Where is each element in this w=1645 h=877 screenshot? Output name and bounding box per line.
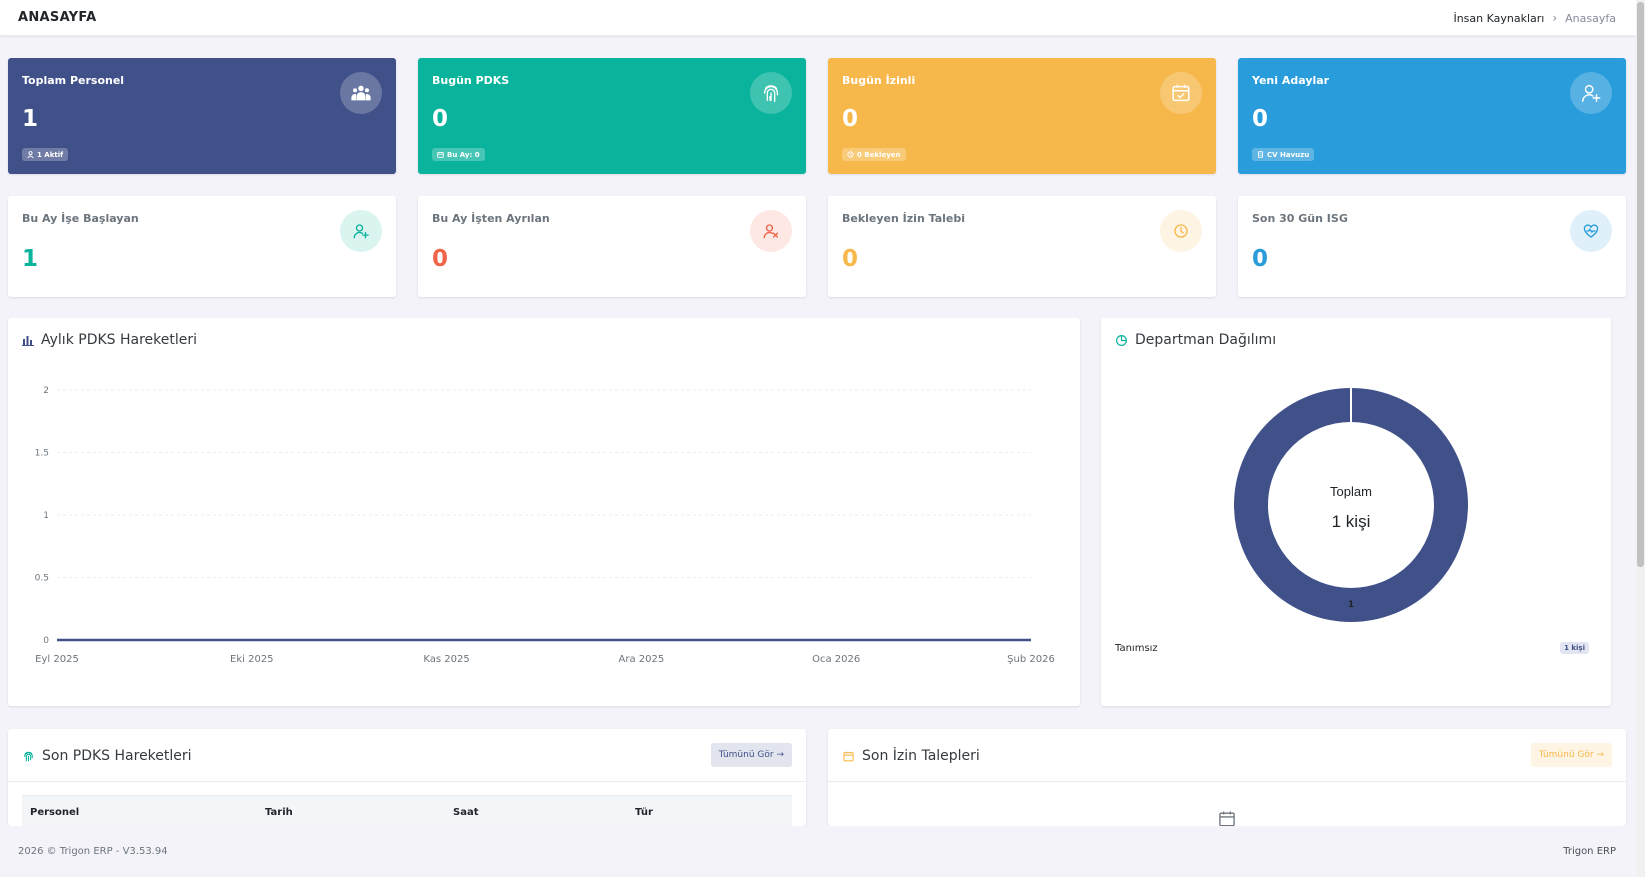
stat-badge: 0 Bekleyen <box>842 148 906 161</box>
department-chart-card: Departman Dağılımı 1 Toplam 1 kişi Tanım… <box>1101 318 1611 706</box>
document-small-icon <box>1257 151 1264 158</box>
column-header-time[interactable]: Saat <box>445 796 627 826</box>
donut-center-value: 1 kişi <box>1331 512 1371 531</box>
breadcrumb-current: Anasayfa <box>1565 11 1616 25</box>
user-icon <box>27 151 34 158</box>
stat-badge: Bu Ay: 0 <box>432 148 485 161</box>
clock-small-icon <box>847 151 854 158</box>
pdks-table-header: Personel Tarih Saat Tür <box>22 795 792 826</box>
stat-title: Bugün PDKS <box>432 74 510 87</box>
recent-pdks-card: Son PDKS Hareketleri Tümünü Gör → Person… <box>8 729 806 826</box>
page-title: ANASAYFA <box>18 10 97 25</box>
footer: 2026 © Trigon ERP - V3.53.94 Trigon ERP <box>0 826 1636 877</box>
footer-brand[interactable]: Trigon ERP <box>1563 846 1616 857</box>
donut-center-label: Toplam <box>1330 484 1372 499</box>
top-bar: ANASAYFA İnsan Kaynakları › Anasayfa <box>0 0 1636 36</box>
x-tick-label: Şub 2026 <box>1007 654 1055 665</box>
stat-title: Yeni Adaylar <box>1252 74 1330 87</box>
stat-title: Bugün İzinli <box>842 74 916 87</box>
mini-value: 0 <box>842 246 859 272</box>
mini-title: Son 30 Gün ISG <box>1252 212 1348 225</box>
mini-value: 1 <box>22 246 39 272</box>
calendar-small-icon <box>437 151 444 158</box>
scrollbar-thumb[interactable] <box>1637 2 1644 567</box>
x-tick-label: Oca 2026 <box>812 654 860 665</box>
mini-card-isg-30-days[interactable]: Son 30 Gün ISG 0 <box>1238 196 1626 297</box>
x-tick-label: Eyl 2025 <box>35 654 79 665</box>
stat-card-today-pdks[interactable]: Bugün PDKS 0 Bu Ay: 0 <box>418 58 806 174</box>
y-tick-label: 1.5 <box>35 449 49 459</box>
page-scrollbar[interactable] <box>1636 0 1645 877</box>
slice-data-label: 1 <box>1348 600 1354 610</box>
mini-value: 0 <box>1252 246 1269 272</box>
calendar-check-icon <box>1160 72 1202 114</box>
x-tick-label: Eki 2025 <box>230 654 274 665</box>
stat-badge: 1 Aktif <box>22 148 69 161</box>
stat-badge: CV Havuzu <box>1252 148 1315 161</box>
mini-title: Bekleyen İzin Talebi <box>842 212 965 225</box>
fingerprint-icon <box>750 72 792 114</box>
view-all-leaves-button[interactable]: Tümünü Gör → <box>1530 743 1612 767</box>
breadcrumb: İnsan Kaynakları › Anasayfa <box>1453 11 1616 25</box>
breadcrumb-separator: › <box>1552 11 1558 25</box>
x-tick-label: Ara 2025 <box>619 654 665 665</box>
users-icon <box>340 72 382 114</box>
stat-value: 0 <box>1252 106 1269 132</box>
mini-title: Bu Ay İşten Ayrılan <box>432 212 550 225</box>
breadcrumb-parent-link[interactable]: İnsan Kaynakları <box>1453 12 1544 25</box>
calendar-icon <box>843 751 854 761</box>
user-add-icon <box>340 210 382 252</box>
user-remove-icon <box>750 210 792 252</box>
heart-pulse-icon <box>1570 210 1612 252</box>
stat-value: 0 <box>842 106 859 132</box>
y-tick-label: 0 <box>43 636 49 646</box>
y-tick-label: 0.5 <box>35 574 49 584</box>
pdks-line-chart: 0 0.5 1 1.5 2 Eyl 2025 Eki 2025 Kas 2025 Ara 202… <box>35 386 1055 665</box>
divider <box>828 781 1626 782</box>
recent-pdks-title: Son PDKS Hareketleri <box>22 748 192 764</box>
recent-leaves-title: Son İzin Talepleri <box>842 748 980 764</box>
clock-icon <box>1160 210 1202 252</box>
x-tick-label: Kas 2025 <box>423 654 469 665</box>
calendar-empty-icon <box>1219 811 1235 826</box>
stat-value: 1 <box>22 106 39 132</box>
stat-card-today-leave[interactable]: Bugün İzinli 0 0 Bekleyen <box>828 58 1216 174</box>
legend-name: Tanımsız <box>1115 642 1158 654</box>
user-plus-icon <box>1570 72 1612 114</box>
column-header-date[interactable]: Tarih <box>257 796 445 826</box>
divider <box>8 781 806 782</box>
stat-card-new-candidates[interactable]: Yeni Adaylar 0 CV Havuzu <box>1238 58 1626 174</box>
footer-copyright: 2026 © Trigon ERP - V3.53.94 <box>18 846 168 857</box>
column-header-personnel[interactable]: Personel <box>22 796 257 826</box>
stat-title: Toplam Personel <box>22 74 125 87</box>
recent-leaves-card: Son İzin Talepleri Tümünü Gör → <box>828 729 1626 826</box>
mini-card-started-this-month[interactable]: Bu Ay İşe Başlayan 1 <box>8 196 396 297</box>
mini-title: Bu Ay İşe Başlayan <box>22 212 139 225</box>
fingerprint-icon <box>24 751 33 761</box>
column-header-type[interactable]: Tür <box>627 796 777 826</box>
mini-value: 0 <box>432 246 449 272</box>
legend-badge: 1 kişi <box>1560 642 1589 654</box>
mini-card-pending-leave[interactable]: Bekleyen İzin Talebi 0 <box>828 196 1216 297</box>
mini-card-left-this-month[interactable]: Bu Ay İşten Ayrılan 0 <box>418 196 806 297</box>
stat-value: 0 <box>432 106 449 132</box>
department-legend-item: Tanımsız 1 kişi <box>1115 642 1589 654</box>
pdks-chart-card: Aylık PDKS Hareketleri 0 0.5 1 1.5 2 Eyl 2025… <box>8 318 1080 706</box>
stat-card-total-personnel[interactable]: Toplam Personel 1 1 Aktif <box>8 58 396 174</box>
donut-slice[interactable] <box>1234 388 1468 622</box>
y-tick-label: 1 <box>43 511 49 521</box>
y-tick-label: 2 <box>43 386 49 396</box>
view-all-pdks-button[interactable]: Tümünü Gör → <box>710 743 792 767</box>
